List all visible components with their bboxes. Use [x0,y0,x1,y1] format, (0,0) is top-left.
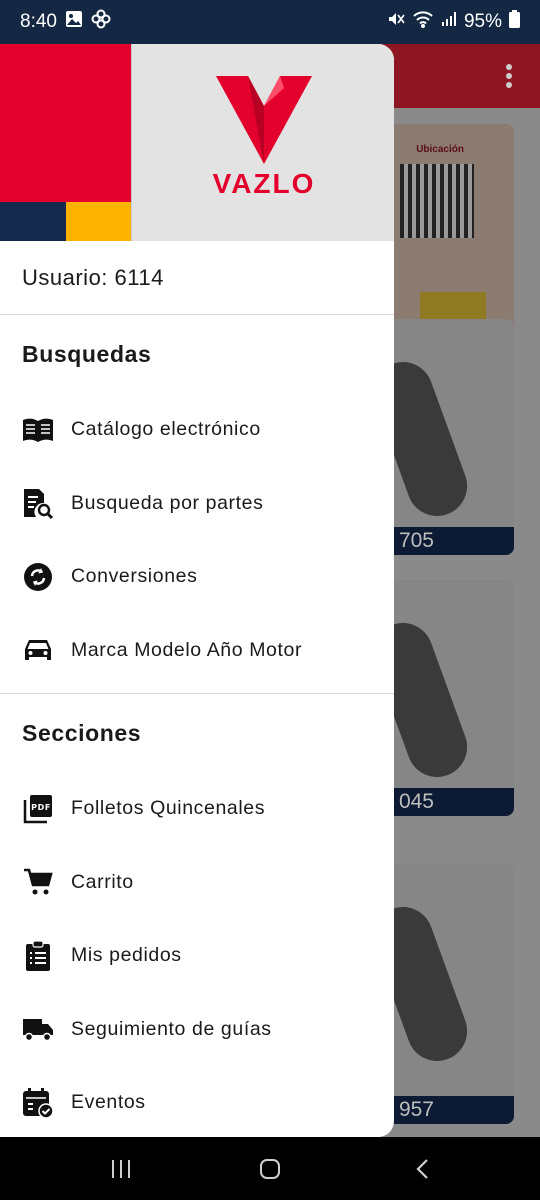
banner-location-label: Ubicación [416,144,464,155]
calendar-check-icon [22,1087,54,1119]
header-yellow-block [66,202,132,241]
car-icon [22,634,54,666]
recent-apps-button[interactable] [108,1157,134,1181]
truck-icon [22,1013,54,1045]
header-navy-block [0,202,66,241]
menu-item-label: Eventos [71,1091,146,1114]
gallery-icon [65,10,83,34]
battery-percent: 95% [463,11,502,32]
mute-icon [387,10,405,34]
menu-item-label: Seguimiento de guías [71,1017,272,1040]
drawer-header: VAZLO [0,44,394,241]
header-divider [131,44,132,241]
pinwheel-icon [91,9,111,35]
menu-item-label: Mis pedidos [71,944,182,967]
logo-text: VAZLO [212,168,316,199]
sync-icon [22,561,54,593]
more-vert-icon[interactable] [506,64,512,88]
menu-item-seguimiento[interactable]: Seguimiento de guías [0,993,394,1067]
wifi-icon [412,10,434,34]
menu-item-mis-pedidos[interactable]: Mis pedidos [0,919,394,993]
menu-item-marca-modelo[interactable]: Marca Modelo Año Motor [0,614,394,688]
menu-item-folletos[interactable]: PDF Folletos Quincenales [0,772,394,846]
section-title-busquedas: Busquedas [22,340,152,367]
navigation-drawer: VAZLO Usuario: 6114 Busquedas Catálogo e… [0,44,394,1137]
document-search-icon [22,487,54,520]
menu-item-label: Marca Modelo Año Motor [71,638,303,661]
back-button[interactable] [410,1157,436,1181]
system-nav-bar [0,1137,540,1200]
menu-item-carrito[interactable]: Carrito [0,846,394,920]
menu-item-label: Catálogo electrónico [71,418,261,441]
menu-item-conversiones[interactable]: Conversiones [0,540,394,614]
qr-code-image [400,164,474,238]
signal-icon [441,11,457,33]
menu-item-label: Carrito [71,870,134,893]
battery-icon [509,10,520,34]
cart-icon [22,866,54,898]
menu-item-label: Folletos Quincenales [71,797,266,820]
user-label: Usuario: 6114 [0,241,394,315]
menu-item-busqueda-partes[interactable]: Busqueda por partes [0,467,394,541]
home-button[interactable] [257,1157,283,1181]
section-title-secciones: Secciones [22,719,142,746]
clipboard-list-icon [22,940,54,972]
status-time: 8:40 [20,11,57,32]
menu-item-label: Busqueda por partes [71,491,264,514]
vazlo-logo: VAZLO [204,74,324,200]
header-red-block [0,44,132,202]
svg-text:PDF: PDF [31,803,51,812]
status-bar: 8:40 95% [0,0,540,44]
pdf-icon: PDF [22,793,54,825]
menu-item-catalogo[interactable]: Catálogo electrónico [0,393,394,467]
menu-item-eventos[interactable]: Eventos [0,1066,394,1137]
book-icon [22,414,54,446]
menu-item-label: Conversiones [71,565,198,588]
